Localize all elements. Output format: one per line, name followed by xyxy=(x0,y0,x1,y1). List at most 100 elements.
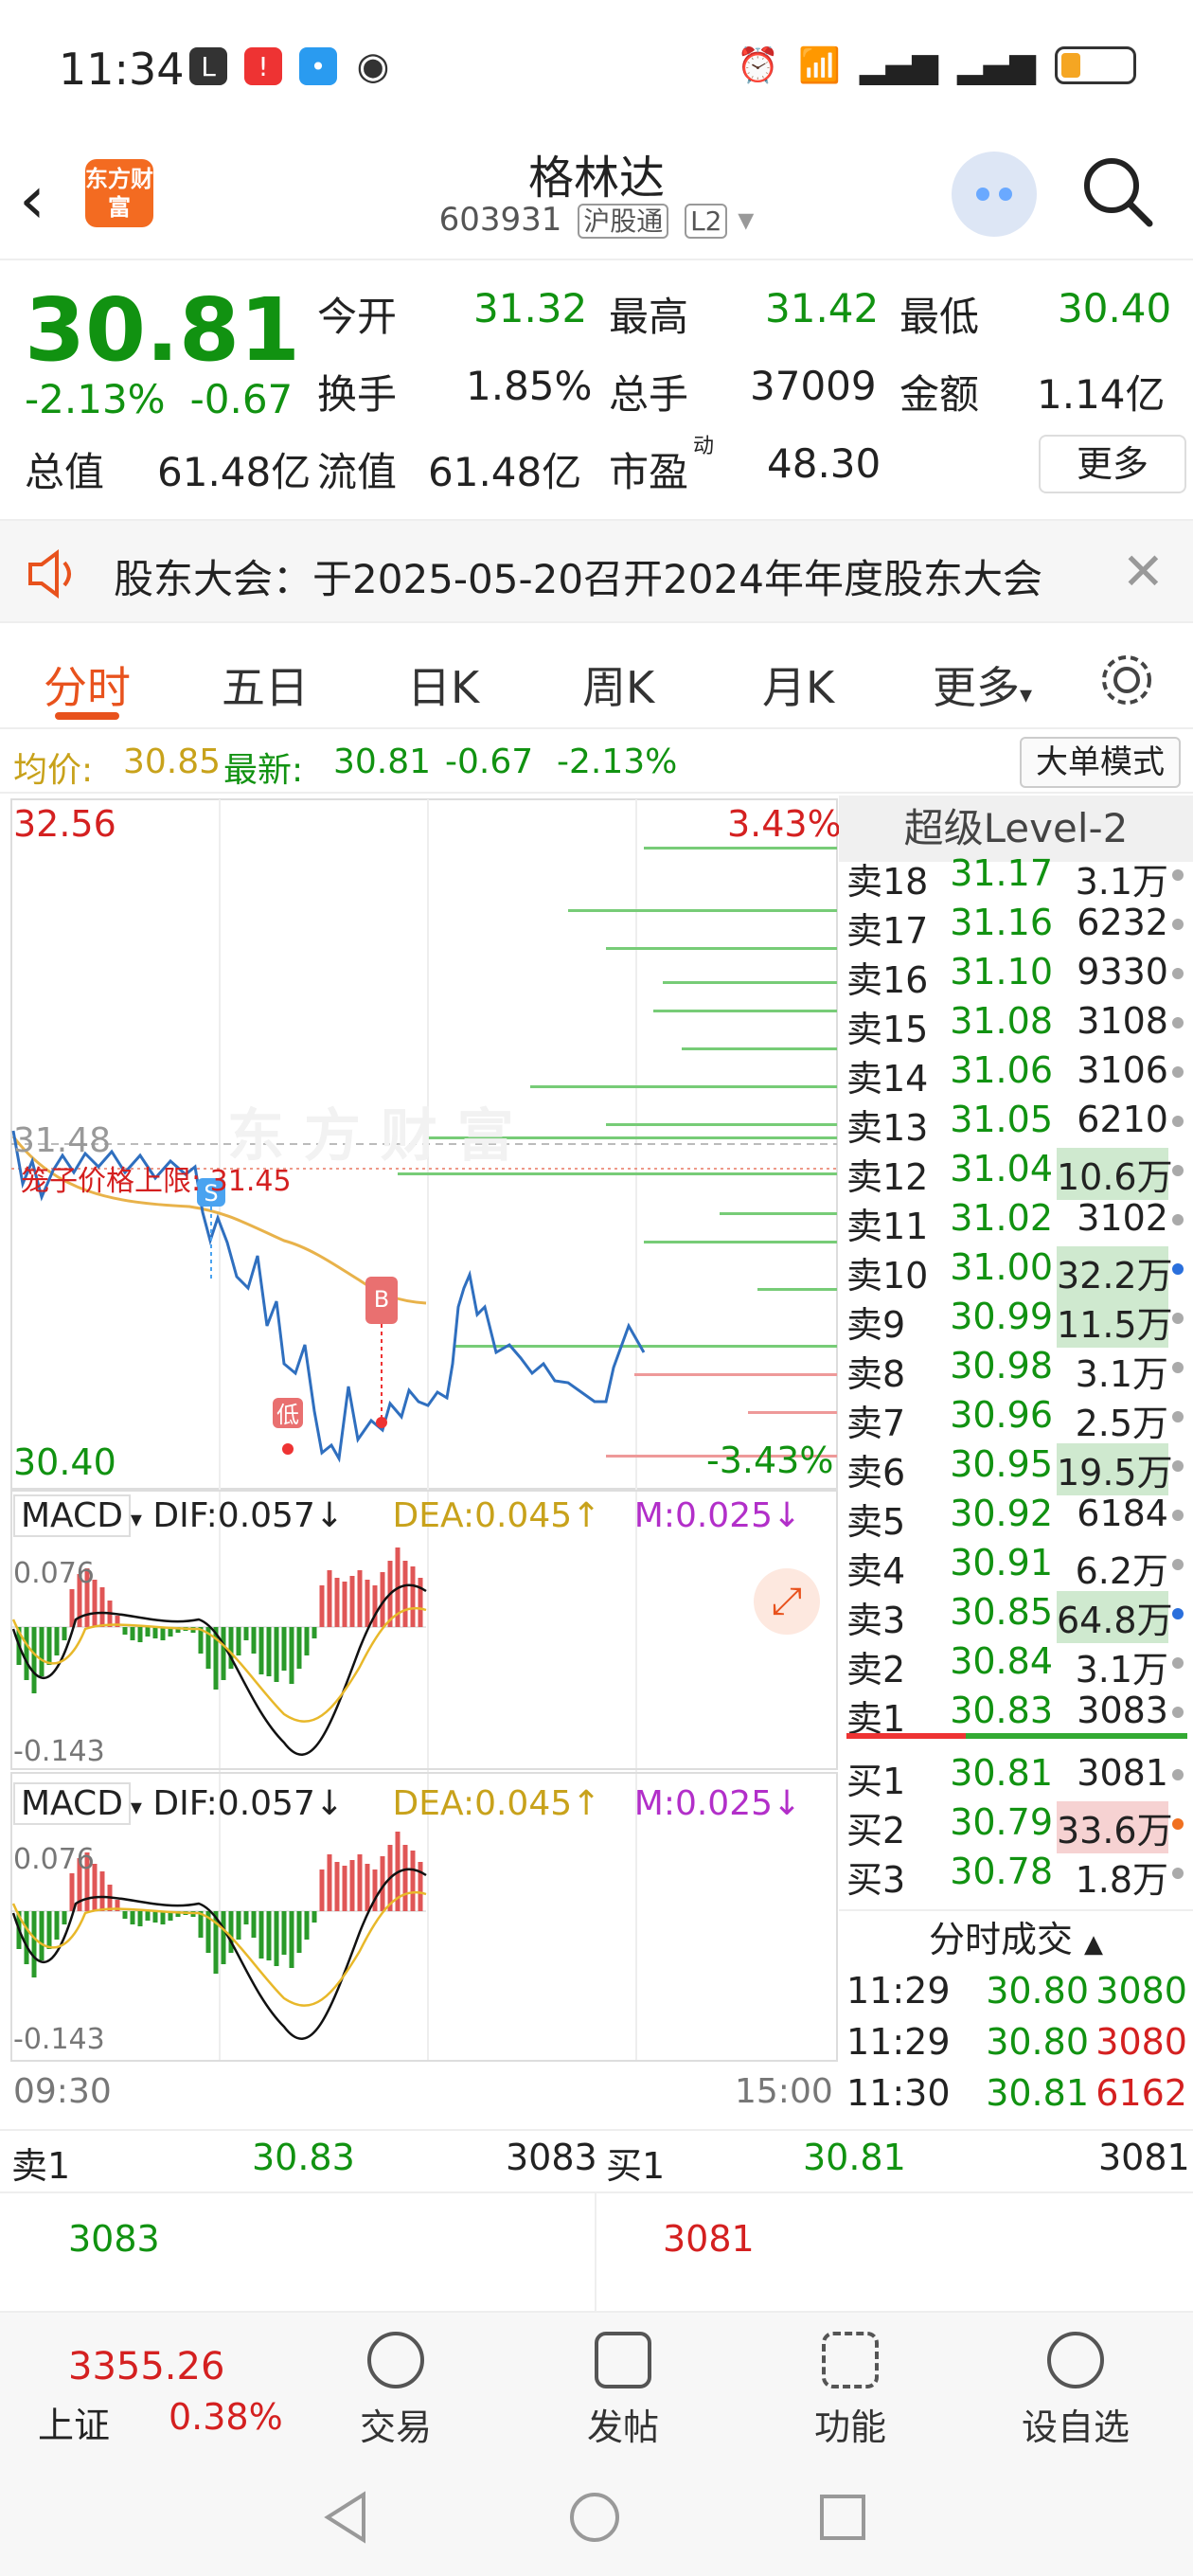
ask-row[interactable]: 卖17 31.16 6232 xyxy=(839,902,1193,952)
ask-row[interactable]: 卖2 30.84 3.1万 xyxy=(839,1640,1193,1690)
sell1-price: 30.83 xyxy=(252,2137,355,2178)
status-bar: 11:34 L ! • ◉ ⏰ 📶 ▂▄▆ ▂▄▆ xyxy=(0,0,1193,133)
ask-level: 卖7 xyxy=(846,1403,906,1444)
ask-row[interactable]: 卖5 30.92 6184 xyxy=(839,1493,1193,1543)
bid-volume: 33.6万 xyxy=(1057,1801,1173,1853)
macd2-legend[interactable]: MACD ▾ DIF:0.057↓ DEA:0.045↑ M:0.025↓ xyxy=(13,1782,801,1825)
ask-level: 卖18 xyxy=(846,861,929,903)
clock: 11:34 xyxy=(59,44,185,95)
ask-volume: 19.5万 xyxy=(1057,1443,1173,1495)
ask-row[interactable]: 卖4 30.91 6.2万 xyxy=(839,1542,1193,1592)
tab-daily-k[interactable]: 日K xyxy=(407,653,479,716)
ask-level: 卖6 xyxy=(846,1452,906,1494)
signal2-icon: ▂▄▆ xyxy=(956,45,1036,85)
buy1-label: 买1 xyxy=(606,2145,666,2187)
ask-row[interactable]: 卖11 31.02 3102 xyxy=(839,1197,1193,1247)
ask-dot-icon xyxy=(1172,1165,1184,1176)
ask-price: 31.04 xyxy=(950,1148,1053,1190)
dropdown-icon[interactable]: ▾ xyxy=(738,201,754,239)
macd2-dif: DIF:0.057↓ xyxy=(152,1784,345,1823)
macd2-caret-icon: ▾ xyxy=(130,1794,142,1820)
ask-row[interactable]: 卖1 30.83 3083 xyxy=(839,1690,1193,1740)
settings-gear-icon[interactable] xyxy=(1098,652,1155,708)
nav-post[interactable]: 发帖 xyxy=(528,2332,718,2450)
ask-row[interactable]: 卖6 30.95 19.5万 xyxy=(839,1443,1193,1495)
book-divider xyxy=(846,1733,1187,1739)
ask-row[interactable]: 卖18 31.17 3.1万 xyxy=(839,852,1193,903)
nav-trade[interactable]: 交易 xyxy=(301,2332,490,2450)
ask-row[interactable]: 卖13 31.05 6210 xyxy=(839,1099,1193,1149)
turnover-value: 1.85% xyxy=(466,363,593,409)
trade-volume: 3080 xyxy=(1095,2021,1187,2063)
back-triangle-icon[interactable] xyxy=(322,2491,369,2544)
ask-row[interactable]: 卖14 31.06 3106 xyxy=(839,1049,1193,1100)
ask-row[interactable]: 卖7 30.96 2.5万 xyxy=(839,1394,1193,1444)
message-notification-icon: • xyxy=(299,47,337,85)
ask-volume: 3102 xyxy=(1077,1197,1168,1239)
ask-row[interactable]: 卖15 31.08 3108 xyxy=(839,1000,1193,1050)
ask-price: 31.02 xyxy=(950,1197,1053,1239)
ask-volume: 2.5万 xyxy=(1075,1403,1168,1444)
tab-weekly-k[interactable]: 周K xyxy=(582,653,654,716)
macd2-bottom: -0.143 xyxy=(13,2023,105,2056)
ask-volume: 64.8万 xyxy=(1057,1591,1173,1643)
bid-row[interactable]: 买2 30.79 33.6万 xyxy=(839,1801,1193,1853)
recents-square-icon[interactable] xyxy=(818,2493,867,2542)
macd2-selector[interactable]: MACD xyxy=(13,1782,131,1825)
trades-header[interactable]: 分时成交 ▲ xyxy=(839,1909,1193,1966)
tab-5day[interactable]: 五日 xyxy=(222,653,309,716)
alert-notification-icon: ! xyxy=(244,47,282,85)
notice-text: 股东大会：于2025-05-20召开2024年年度股东大会 xyxy=(114,556,1042,602)
close-icon[interactable]: ✕ xyxy=(1122,542,1165,601)
ask-dot-icon xyxy=(1172,1017,1184,1029)
latest-pct: -2.13% xyxy=(557,742,678,781)
nav-customize[interactable]: 设自选 xyxy=(981,2332,1170,2450)
buy1-price: 30.81 xyxy=(803,2137,906,2178)
expand-icon[interactable]: ⤢ xyxy=(754,1568,820,1635)
tab-intraday[interactable]: 分时 xyxy=(44,653,131,716)
battery-icon xyxy=(1055,46,1136,84)
low-value: 30.40 xyxy=(1058,285,1172,331)
intraday-chart[interactable]: S 低 B 东 方 财 富 32.56 30.40 3.43% -3.43% 3… xyxy=(0,796,842,2121)
y-min-label: 30.40 xyxy=(13,1441,116,1483)
trades-title: 分时成交 xyxy=(928,1919,1073,1960)
search-icon[interactable] xyxy=(1079,153,1155,229)
latest-value: 30.81 xyxy=(333,742,432,781)
macd1-legend[interactable]: MACD ▾ DIF:0.057↓ DEA:0.045↑ M:0.025↓ xyxy=(13,1494,801,1537)
ask-row[interactable]: 卖3 30.85 64.8万 xyxy=(839,1591,1193,1643)
assistant-robot-icon[interactable] xyxy=(952,152,1037,237)
bid-row[interactable]: 买1 30.81 3081 xyxy=(839,1752,1193,1802)
trade-time: 11:29 xyxy=(846,1970,951,2012)
avg-price-bar: 均价: 30.85 最新: 30.81 -0.67 -2.13% 大单模式 xyxy=(0,731,1193,794)
nav-trade-label: 交易 xyxy=(359,2406,432,2448)
index-name[interactable]: 上证 xyxy=(38,2396,110,2448)
ask-level: 卖17 xyxy=(846,910,929,952)
stock-code: 603931 xyxy=(438,201,562,239)
index-value[interactable]: 3355.26 xyxy=(68,2345,224,2388)
change-pct: -2.13% xyxy=(25,376,166,422)
ask-row[interactable]: 卖8 30.98 3.1万 xyxy=(839,1345,1193,1395)
ask-row[interactable]: 卖9 30.99 11.5万 xyxy=(839,1296,1193,1348)
avg-value: 30.85 xyxy=(123,742,222,781)
volume-label: 总手 xyxy=(609,371,689,418)
mcap-label: 总值 xyxy=(25,449,105,495)
ask-row[interactable]: 卖16 31.10 9330 xyxy=(839,951,1193,1001)
big-order-mode-button[interactable]: 大单模式 xyxy=(1020,737,1181,788)
ask-level: 卖8 xyxy=(846,1353,906,1395)
ask-row[interactable]: 卖12 31.04 10.6万 xyxy=(839,1148,1193,1200)
ask-row[interactable]: 卖10 31.00 32.2万 xyxy=(839,1246,1193,1298)
notice-bar[interactable]: 股东大会：于2025-05-20召开2024年年度股东大会 ✕ xyxy=(0,519,1193,623)
macd1-selector[interactable]: MACD xyxy=(13,1494,131,1537)
ask-volume: 3.1万 xyxy=(1075,1353,1168,1395)
nav-customize-label: 设自选 xyxy=(1021,2406,1130,2448)
buy-sub-volume: 3081 xyxy=(663,2218,755,2260)
tab-more[interactable]: 更多▾ xyxy=(933,653,1032,716)
eye-icon: ◉ xyxy=(354,45,392,88)
home-circle-icon[interactable] xyxy=(568,2491,621,2544)
tab-monthly-k[interactable]: 月K xyxy=(762,653,834,716)
nav-functions[interactable]: 功能 xyxy=(756,2332,945,2450)
system-nav xyxy=(0,2453,1193,2576)
index-pct[interactable]: 0.38% xyxy=(169,2396,283,2438)
bid-row[interactable]: 买3 30.78 1.8万 xyxy=(839,1851,1193,1901)
more-button[interactable]: 更多 xyxy=(1039,435,1186,493)
